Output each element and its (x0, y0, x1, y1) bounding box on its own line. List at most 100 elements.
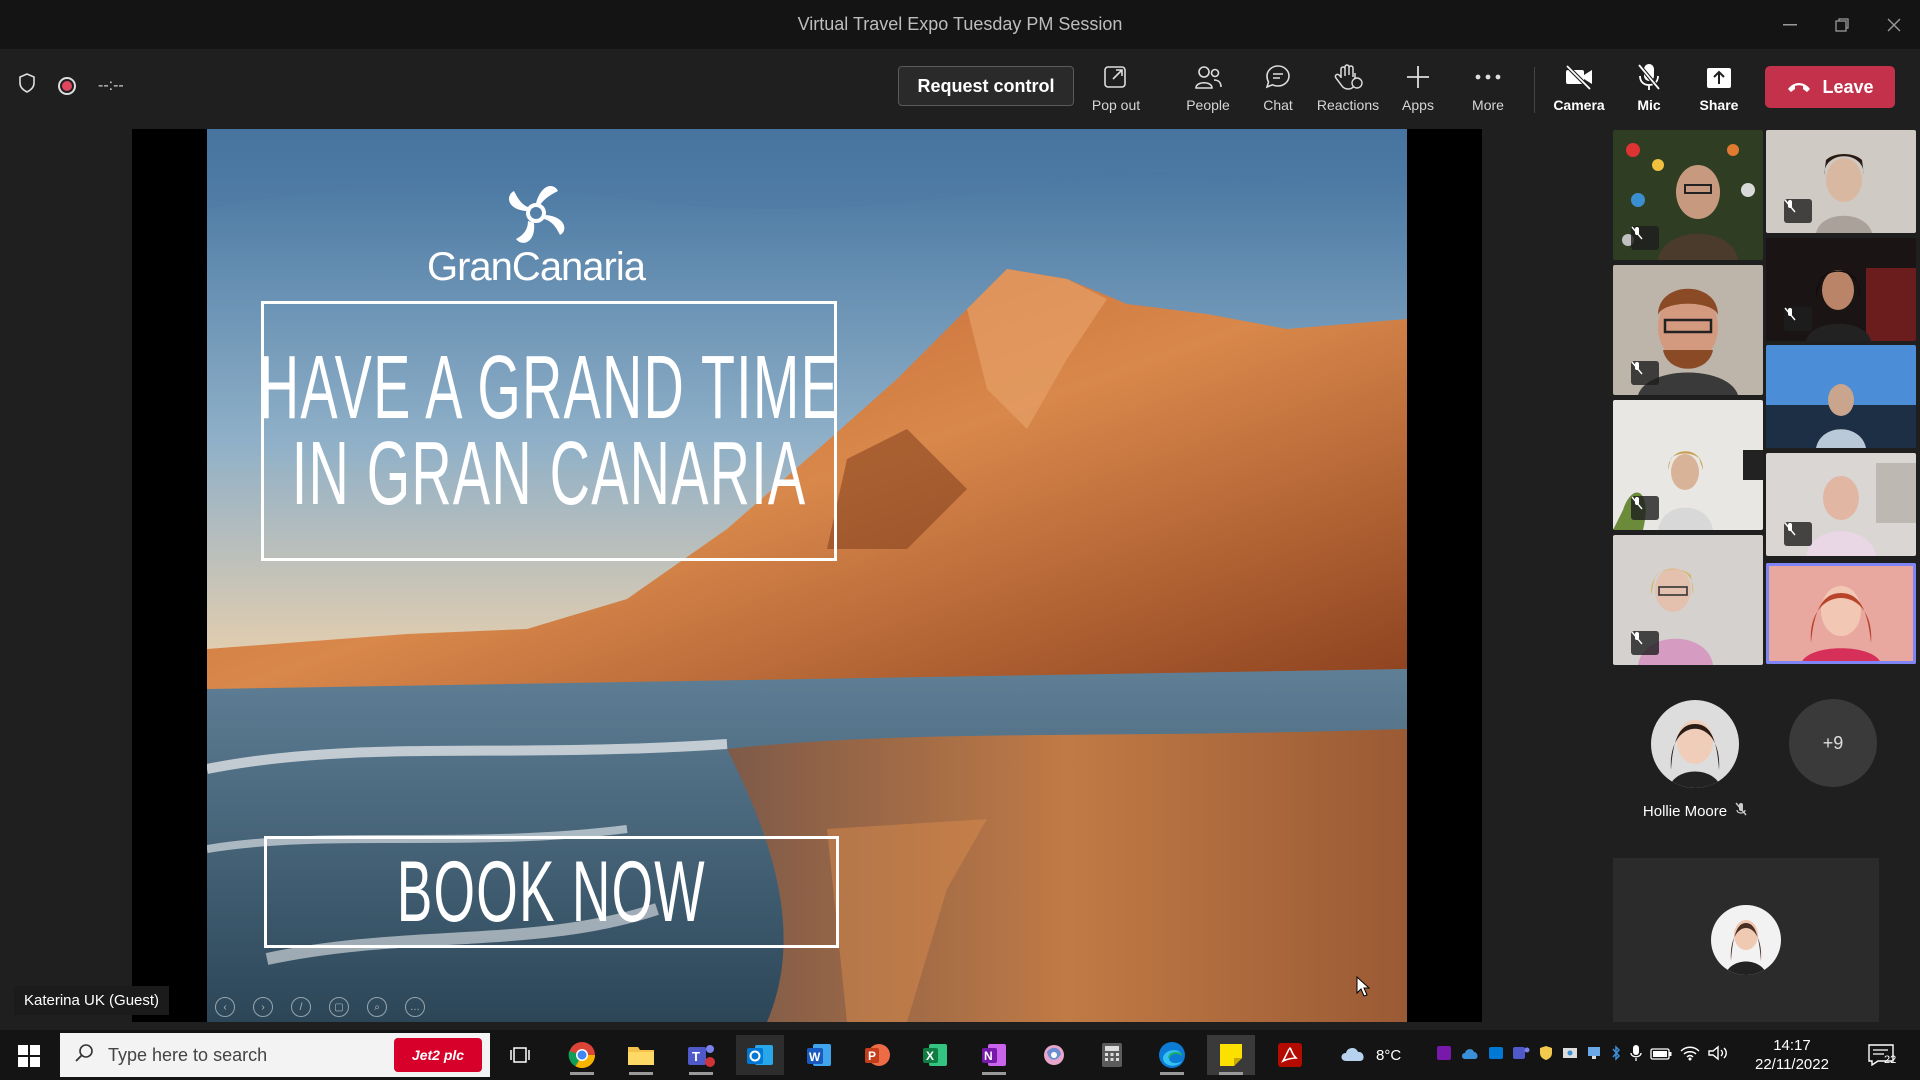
participant-tile[interactable] (1613, 130, 1763, 260)
weather-widget[interactable]: 8°C (1338, 1030, 1401, 1080)
people-button[interactable]: People (1173, 61, 1243, 113)
edge-icon[interactable] (1148, 1035, 1196, 1075)
more-label: More (1472, 97, 1504, 113)
camera-off-icon (1564, 61, 1594, 93)
admin-tools-icon[interactable] (1562, 1045, 1578, 1065)
muted-icon (1631, 361, 1659, 385)
title-bar: Virtual Travel Expo Tuesday PM Session (0, 0, 1920, 49)
slide-navigation-controls: ‹ › / ▢ ⌕ … (215, 997, 425, 1017)
participant-tile[interactable] (1766, 345, 1916, 448)
participant-tile[interactable] (1766, 238, 1916, 341)
toolbar-divider (1534, 67, 1535, 113)
request-control-button[interactable]: Request control (898, 66, 1074, 106)
onedrive-icon[interactable] (1460, 1046, 1480, 1064)
slide-more-icon[interactable]: … (405, 997, 425, 1017)
wifi-icon[interactable] (1680, 1045, 1700, 1065)
svg-text:X: X (926, 1049, 934, 1063)
volume-icon[interactable] (1708, 1045, 1728, 1065)
recording-icon (58, 76, 76, 95)
teams-icon[interactable]: T (677, 1035, 725, 1075)
muted-icon (1735, 802, 1747, 820)
participant-tile[interactable] (1613, 535, 1763, 665)
pop-out-button[interactable]: Pop out (1081, 61, 1151, 113)
presenter-name-tag: Katerina UK (Guest) (14, 986, 170, 1015)
sticky-notes-icon[interactable] (1207, 1035, 1255, 1075)
next-slide-icon[interactable]: › (253, 997, 273, 1017)
apps-button[interactable]: Apps (1383, 61, 1453, 113)
shared-slide[interactable]: GranCanaria HAVE A GRAND TIME IN GRAN CA… (207, 129, 1407, 1022)
excel-icon[interactable]: X (911, 1035, 959, 1075)
chat-label: Chat (1263, 97, 1293, 113)
snipping-tool-icon[interactable] (1030, 1035, 1078, 1075)
outlook-icon[interactable] (736, 1035, 784, 1075)
participant-tile[interactable] (1613, 400, 1763, 530)
slide-headline-box: HAVE A GRAND TIME IN GRAN CANARIA (258, 301, 840, 561)
search-icon (74, 1043, 94, 1068)
svg-text:N: N (984, 1049, 993, 1063)
camera-label: Camera (1553, 97, 1605, 113)
self-view-tile[interactable] (1613, 858, 1879, 1022)
mic-off-icon (1636, 61, 1662, 93)
participant-name: Hollie Moore (1642, 802, 1728, 820)
people-label: People (1186, 97, 1230, 113)
onenote-icon[interactable]: N (970, 1035, 1018, 1075)
mic-button[interactable]: Mic (1614, 61, 1684, 113)
minimize-button[interactable] (1764, 0, 1816, 49)
acrobat-icon[interactable] (1266, 1035, 1314, 1075)
svg-text:W: W (809, 1050, 821, 1064)
taskbar-clock[interactable]: 14:17 22/11/2022 (1755, 1036, 1829, 1074)
participant-tile[interactable] (1766, 453, 1916, 556)
file-explorer-icon[interactable] (617, 1035, 665, 1075)
powerpoint-icon[interactable]: P (853, 1035, 901, 1075)
battery-icon[interactable] (1650, 1047, 1672, 1064)
participant-tile-active-speaker[interactable] (1766, 563, 1916, 664)
previous-slide-icon[interactable]: ‹ (215, 997, 235, 1017)
share-icon (1705, 61, 1733, 93)
slide-headline-line1: HAVE A GRAND TIME (258, 338, 840, 438)
muted-icon (1631, 226, 1659, 250)
notification-count: 22 (1884, 1054, 1897, 1066)
bluetooth-icon[interactable] (1610, 1045, 1622, 1065)
windows-taskbar: Type here to search Jet2 plc T W P X N 8… (0, 1030, 1920, 1080)
avatar (1711, 905, 1781, 975)
more-participants-button[interactable]: +9 (1789, 699, 1877, 787)
security-shield-icon[interactable] (1538, 1045, 1554, 1065)
share-button[interactable]: Share (1684, 61, 1754, 113)
task-view-icon[interactable] (496, 1035, 544, 1075)
reactions-button[interactable]: Reactions (1313, 61, 1383, 113)
pen-icon[interactable]: / (291, 997, 311, 1017)
leave-button[interactable]: Leave (1765, 66, 1895, 108)
reactions-icon (1333, 61, 1363, 93)
search-placeholder: Type here to search (108, 1044, 268, 1065)
meeting-toolbar: --:-- Request control Pop out People Cha… (0, 49, 1920, 129)
slides-icon[interactable]: ▢ (329, 997, 349, 1017)
word-icon[interactable]: W (795, 1035, 843, 1075)
outlook-tray-icon[interactable] (1488, 1045, 1504, 1065)
avatar (1651, 700, 1739, 788)
chat-button[interactable]: Chat (1243, 61, 1313, 113)
restore-button[interactable] (1816, 0, 1868, 49)
close-button[interactable] (1868, 0, 1920, 49)
more-icon (1475, 61, 1501, 93)
clock-date: 22/11/2022 (1755, 1056, 1829, 1073)
participant-hollie-moore[interactable]: Hollie Moore (1630, 700, 1760, 820)
more-button[interactable]: More (1453, 61, 1523, 113)
notifications-button[interactable]: 22 (1868, 1044, 1897, 1071)
chrome-icon[interactable] (558, 1035, 606, 1075)
shield-icon[interactable] (18, 73, 36, 98)
teams-tray-icon[interactable] (1512, 1045, 1530, 1065)
taskbar-search-box[interactable]: Type here to search Jet2 plc (60, 1033, 490, 1077)
search-highlight-badge[interactable]: Jet2 plc (394, 1038, 482, 1072)
zoom-icon[interactable]: ⌕ (367, 997, 387, 1017)
onenote-tray-icon[interactable] (1436, 1045, 1452, 1065)
chat-icon (1264, 61, 1292, 93)
calculator-icon[interactable] (1088, 1035, 1136, 1075)
book-now-text: BOOK NOW (396, 843, 707, 940)
camera-button[interactable]: Camera (1544, 61, 1614, 113)
windows-start-icon[interactable] (18, 1045, 40, 1072)
microphone-tray-icon[interactable] (1630, 1044, 1642, 1066)
participant-tile[interactable] (1613, 265, 1763, 395)
participant-tile[interactable] (1766, 130, 1916, 233)
phone-hangup-icon (1786, 77, 1812, 98)
network-share-icon[interactable] (1586, 1045, 1602, 1065)
